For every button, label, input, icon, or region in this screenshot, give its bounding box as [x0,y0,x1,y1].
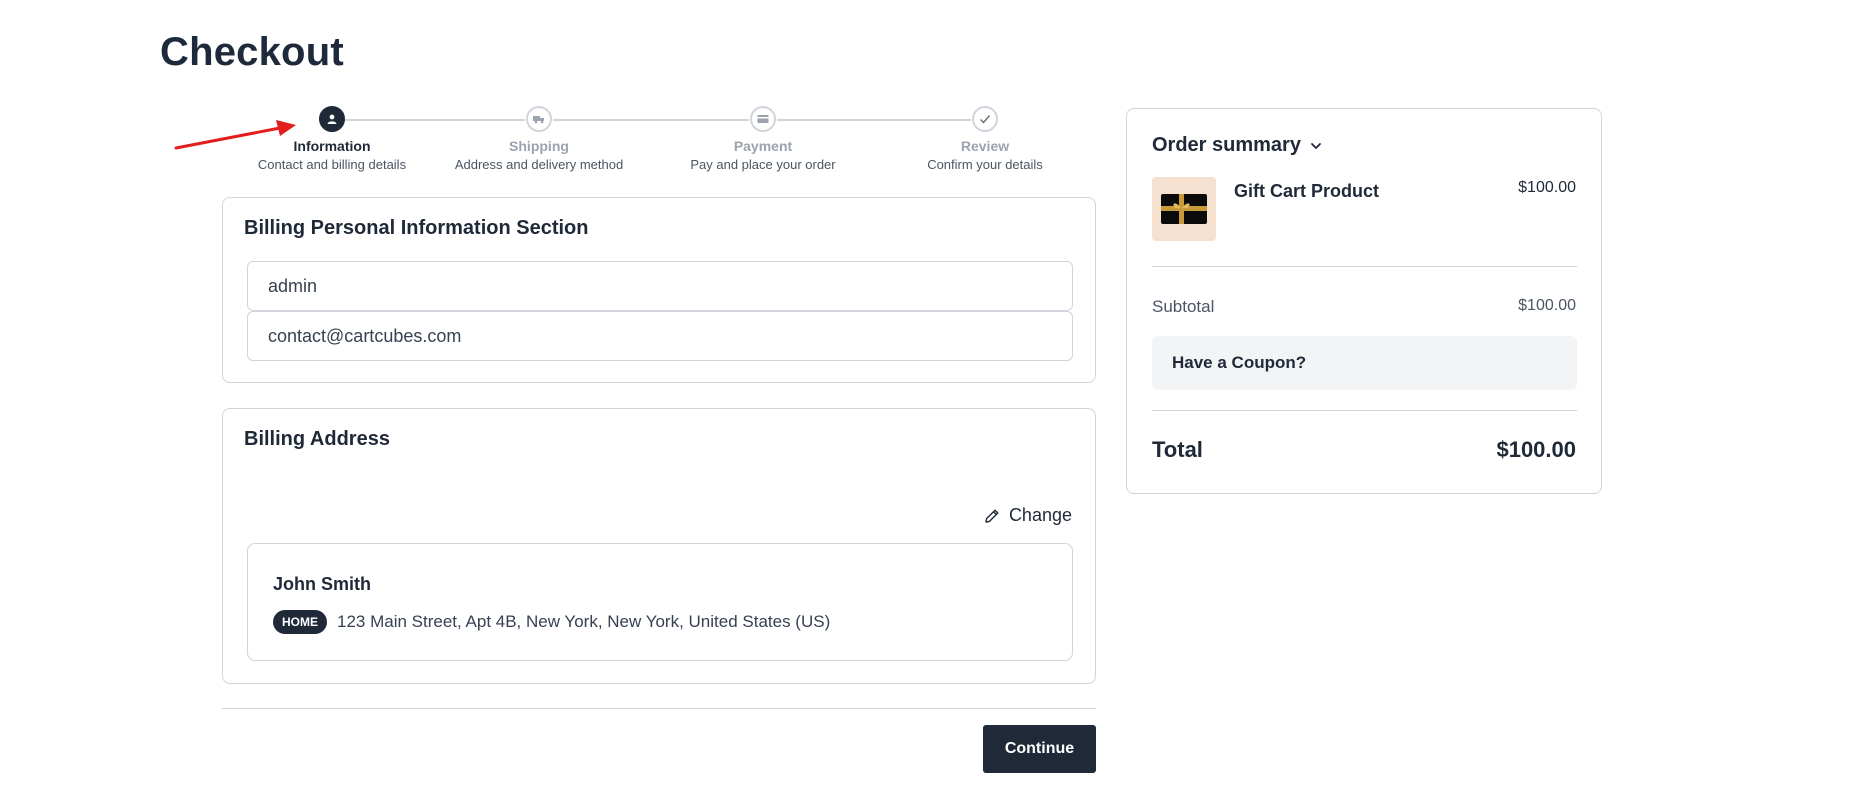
change-address-button[interactable]: Change [983,505,1072,526]
billing-address-card: Billing Address Change John Smith HOME 1… [222,408,1096,684]
product-name: Gift Cart Product [1234,181,1380,201]
checkout-stepper: Information Contact and billing details … [222,106,1098,176]
total-label: Total [1152,437,1203,462]
order-summary-card: Order summary Gift Cart Product $100.00 … [1126,108,1602,494]
billing-info-card: Billing Personal Information Section adm… [222,197,1096,383]
billing-info-title: Billing Personal Information Section [244,217,589,239]
subtotal-label: Subtotal [1152,297,1215,316]
address-entry[interactable]: John Smith HOME 123 Main Street, Apt 4B,… [247,543,1073,661]
divider [222,708,1096,709]
step-information[interactable]: Information Contact and billing details [232,106,432,172]
coupon-toggle[interactable]: Have a Coupon? [1152,336,1577,390]
gift-card-image [1152,177,1216,241]
address-text: 123 Main Street, Apt 4B, New York, New Y… [337,612,831,631]
step-title: Review [960,138,1010,154]
step-title: Information [293,138,371,154]
subtotal-value: $100.00 [1518,297,1576,314]
step-title: Payment [733,138,793,154]
user-icon [319,106,345,132]
chevron-down-icon [1311,142,1321,149]
divider [1152,266,1577,267]
change-label: Change [1008,505,1072,525]
order-summary-title: Order summary [1152,134,1301,156]
step-title: Shipping [509,138,569,154]
step-subtitle: Confirm your details [927,157,1043,172]
step-subtitle: Address and delivery method [454,157,624,172]
product-price: $100.00 [1518,179,1576,196]
card-icon [750,106,776,132]
step-payment[interactable]: Payment Pay and place your order [663,106,863,172]
address-line: HOME 123 Main Street, Apt 4B, New York, … [273,610,830,634]
page-title: Checkout [160,30,344,74]
home-badge: HOME [273,610,327,634]
total-value: $100.00 [1496,437,1576,462]
billing-address-title: Billing Address [244,428,390,450]
step-subtitle: Pay and place your order [690,157,836,172]
continue-button[interactable]: Continue [983,725,1096,773]
pencil-icon [985,509,999,523]
step-shipping[interactable]: Shipping Address and delivery method [439,106,639,172]
email-field[interactable]: contact@cartcubes.com [247,311,1073,361]
name-field[interactable]: admin [247,261,1073,311]
order-summary-toggle[interactable]: Order summary [1152,134,1323,157]
truck-icon [526,106,552,132]
divider [1152,410,1577,411]
step-review[interactable]: Review Confirm your details [885,106,1085,172]
check-icon [972,106,998,132]
step-subtitle: Contact and billing details [257,157,407,172]
address-name: John Smith [273,574,371,594]
